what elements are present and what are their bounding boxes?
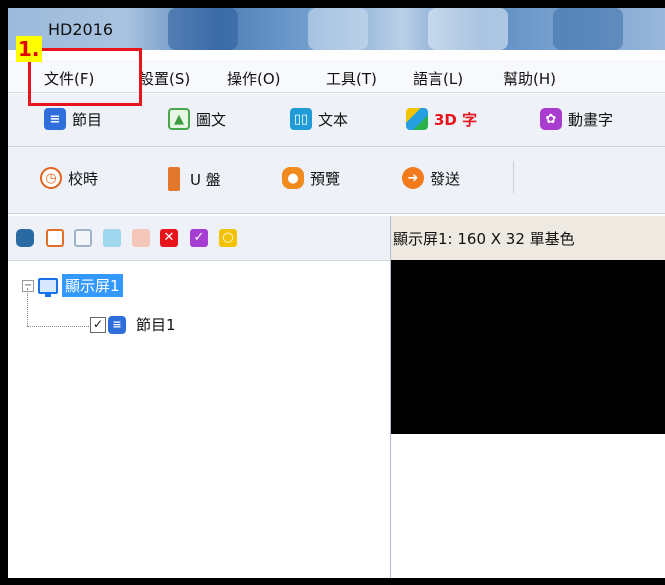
tree-toolbar: ✕ ✓ ○: [8, 216, 390, 261]
menu-settings[interactable]: 設置(S): [139, 68, 190, 89]
image-text-icon: ▲: [168, 108, 190, 130]
tree-line: [27, 326, 89, 328]
program-icon: ≡: [44, 108, 66, 130]
menu-highlight-box: [28, 48, 142, 106]
screen-label: 顯示屏1: [62, 274, 123, 297]
menu-language[interactable]: 語言(L): [413, 68, 463, 89]
toolbar-separator: [513, 161, 514, 193]
print-icon[interactable]: [16, 229, 34, 247]
image-text-button-label: 圖文: [196, 110, 227, 129]
time-sync-button-label: 校時: [68, 169, 99, 188]
send-button-label: 發送: [430, 169, 461, 188]
tree-item-screen[interactable]: − 顯示屏1: [22, 274, 123, 297]
preview-button-label: 預覽: [310, 169, 341, 188]
usb-drive-icon: [168, 167, 180, 191]
menu-operation[interactable]: 操作(O): [227, 68, 281, 89]
program-tree-panel: ✕ ✓ ○ − 顯示屏1 ✓ ≡ 節目1: [8, 216, 391, 578]
program-button[interactable]: ≡ 節目: [44, 108, 102, 130]
program-button-label: 節目: [72, 110, 103, 129]
clock-sync-icon: ◷: [40, 167, 62, 189]
menu-tools[interactable]: 工具(T): [326, 68, 377, 89]
app-window: HD2016 1. 文件(F) 設置(S) 操作(O) 工具(T) 語言(L) …: [8, 8, 665, 578]
image-text-button[interactable]: ▲ 圖文: [168, 108, 226, 130]
preview-panel: 顯示屏1: 160 X 32 單基色: [391, 216, 665, 578]
preview-button[interactable]: ● 預覽: [282, 167, 340, 189]
tree-line: [27, 288, 29, 326]
animated-text-icon: ✿: [540, 108, 562, 130]
preview-header: 顯示屏1: 160 X 32 單基色: [391, 216, 665, 261]
program-icon: ≡: [108, 315, 126, 334]
check-all-icon[interactable]: ✓: [190, 229, 208, 247]
3d-text-button-label: 3D 字: [434, 110, 478, 129]
tree-item-program[interactable]: ✓ ≡ 節目1: [90, 314, 176, 335]
led-preview-area: [391, 260, 665, 434]
3d-text-button[interactable]: 3D 字: [406, 108, 477, 130]
text-button[interactable]: ▯▯ 文本: [290, 108, 348, 130]
send-arrow-icon: ➜: [402, 167, 424, 189]
move-down-icon[interactable]: [132, 229, 150, 247]
paste-icon[interactable]: [74, 229, 92, 247]
copy-icon[interactable]: [46, 229, 64, 247]
menu-help[interactable]: 幫助(H): [503, 68, 556, 89]
screenshot-frame: HD2016 1. 文件(F) 設置(S) 操作(O) 工具(T) 語言(L) …: [0, 0, 665, 585]
step-number-badge: 1.: [16, 36, 42, 62]
camera-icon: ●: [282, 167, 304, 189]
app-title: HD2016: [48, 20, 114, 39]
3d-cube-icon: [406, 108, 428, 130]
program-label: 節目1: [136, 316, 176, 334]
move-up-icon[interactable]: [103, 229, 121, 247]
animated-text-button[interactable]: ✿ 動畫字: [540, 108, 613, 130]
preview-header-text: 顯示屏1: 160 X 32 單基色: [393, 230, 575, 248]
time-sync-button[interactable]: ◷ 校時: [40, 167, 98, 189]
animated-text-button-label: 動畫字: [568, 110, 614, 129]
book-icon: ▯▯: [290, 108, 312, 130]
text-button-label: 文本: [318, 110, 349, 129]
title-bar: HD2016: [8, 8, 665, 50]
usb-button[interactable]: U 盤: [168, 167, 221, 191]
search-icon[interactable]: ○: [219, 229, 237, 247]
usb-button-label: U 盤: [190, 170, 221, 189]
delete-icon[interactable]: ✕: [160, 229, 178, 247]
screen-icon: [38, 277, 58, 297]
toolbar-device: ◷ 校時 U 盤 ● 預覽 ➜ 發送: [8, 147, 665, 214]
program-checkbox[interactable]: ✓: [90, 316, 106, 333]
send-button[interactable]: ➜ 發送: [402, 167, 460, 189]
